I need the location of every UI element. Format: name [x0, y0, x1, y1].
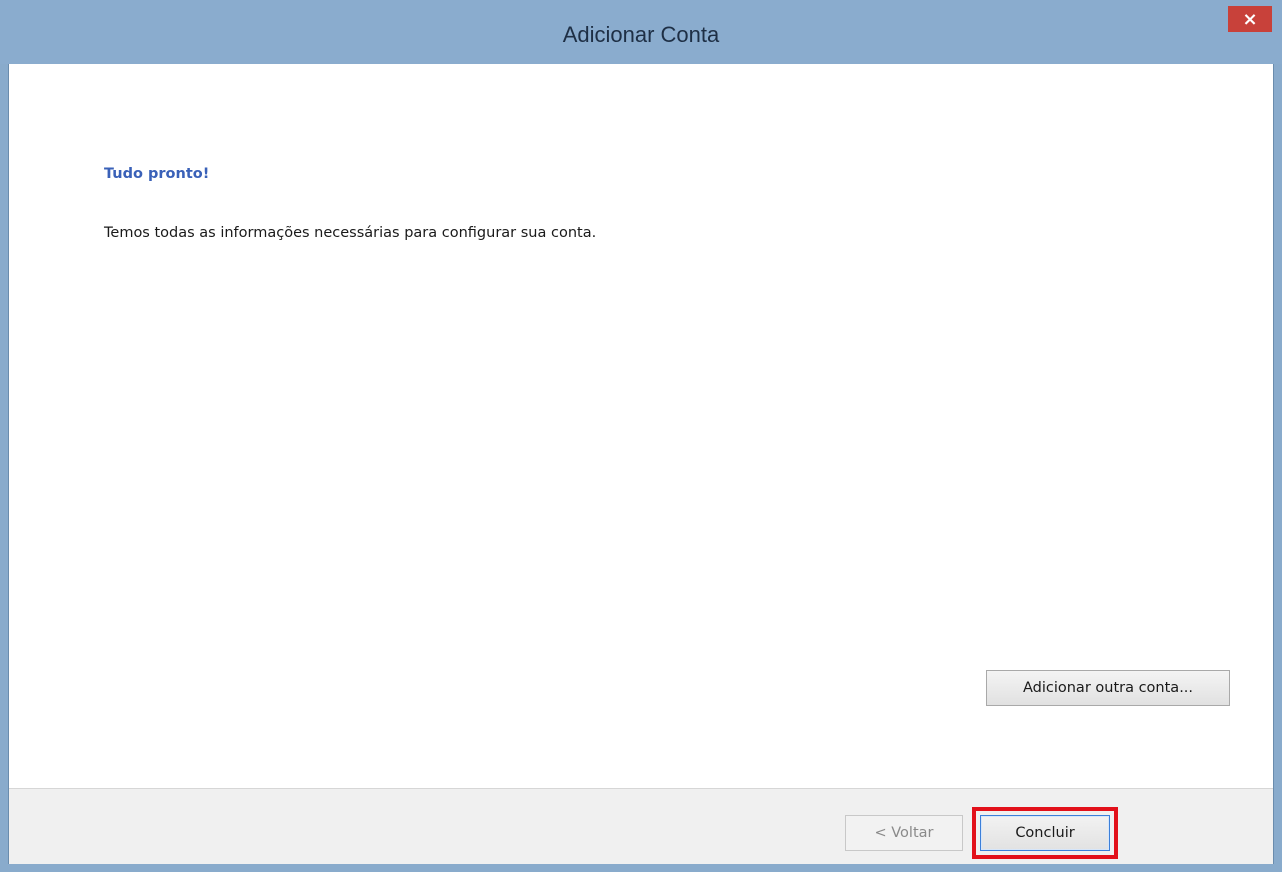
back-button[interactable]: < Voltar — [845, 815, 963, 851]
close-icon: × — [1242, 8, 1258, 30]
success-heading: Tudo pronto! — [104, 166, 210, 182]
finish-button[interactable]: Concluir — [980, 815, 1110, 851]
add-account-dialog: Adicionar Conta × Tudo pronto! Temos tod… — [0, 0, 1282, 872]
add-other-account-button[interactable]: Adicionar outra conta... — [986, 670, 1230, 706]
dialog-footer: < Voltar Concluir — [9, 788, 1273, 865]
dialog-body: Tudo pronto! Temos todas as informações … — [8, 64, 1274, 865]
dialog-title: Adicionar Conta — [562, 22, 720, 47]
close-button[interactable]: × — [1228, 6, 1272, 32]
success-message: Temos todas as informações necessárias p… — [104, 225, 597, 241]
title-bar[interactable]: Adicionar Conta × — [0, 0, 1282, 64]
window-bottom-border — [0, 864, 1282, 872]
